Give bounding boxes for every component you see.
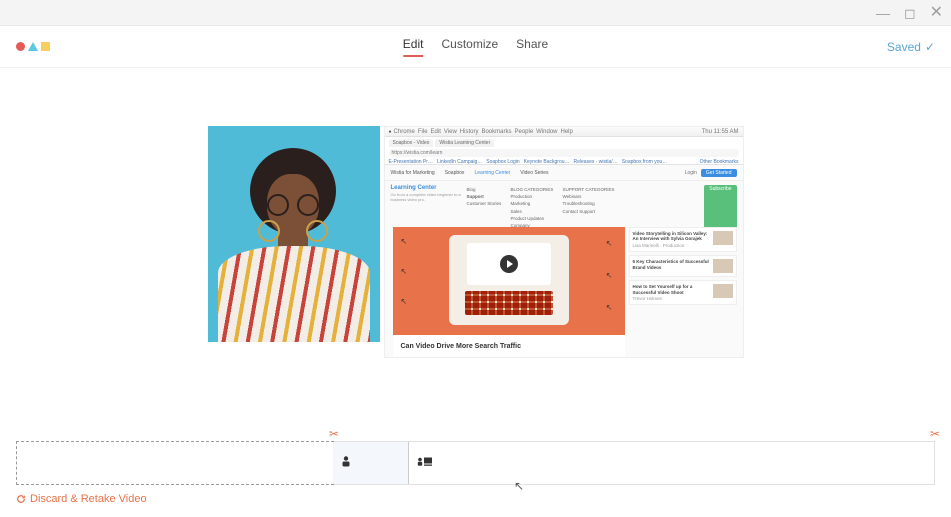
tab-edit[interactable]: Edit [403,37,424,57]
save-status: Saved ✓ [887,40,935,54]
app-header: Edit Customize Share Saved ✓ [0,26,951,68]
timeline-clip-cam[interactable] [333,442,409,484]
screen-preview[interactable]: Chrome File Edit View History Bookmarks … [384,126,744,358]
person-icon [341,456,351,471]
header-tabs: Edit Customize Share [403,37,548,57]
check-icon: ✓ [925,40,935,54]
mac-menubar: Chrome File Edit View History Bookmarks … [385,127,743,137]
related-cards: Video Storytelling in Silicon Valley: An… [629,227,737,308]
save-status-label: Saved [887,40,921,54]
timeline[interactable]: ✂ ✂ [16,441,935,485]
webcam-preview[interactable] [208,126,380,342]
timeline-trimmed-region[interactable] [16,441,334,485]
browser-chrome: Soapbox - Video Wistia Learning Center h… [385,137,743,165]
refresh-icon [16,494,26,504]
tab-share[interactable]: Share [516,37,548,57]
screen-share-icon [417,457,433,470]
site-nav: Wistia for Marketing Soapbox Learning Ce… [385,165,743,181]
window-titlebar: — ◻ ✕ [0,0,951,26]
cursor-icon: ↖ [514,479,524,493]
minimize-icon[interactable]: — [876,6,890,20]
trim-handle-left[interactable]: ✂ [329,427,339,441]
maximize-icon[interactable]: ◻ [904,6,916,20]
discard-retake-label: Discard & Retake Video [30,493,147,505]
discard-retake-link[interactable]: Discard & Retake Video [16,493,147,505]
logo-icon [16,42,50,51]
close-icon[interactable]: ✕ [930,5,943,21]
tab-customize[interactable]: Customize [441,37,498,57]
trim-handle-right[interactable]: ✂ [930,427,940,441]
preview-area: Chrome File Edit View History Bookmarks … [0,68,951,358]
hero-banner: ↖ ↖ ↖ ↖ ↖ ↖ Can Video Drive More Search … [393,227,625,357]
timeline-clip-screen[interactable] [409,442,934,484]
